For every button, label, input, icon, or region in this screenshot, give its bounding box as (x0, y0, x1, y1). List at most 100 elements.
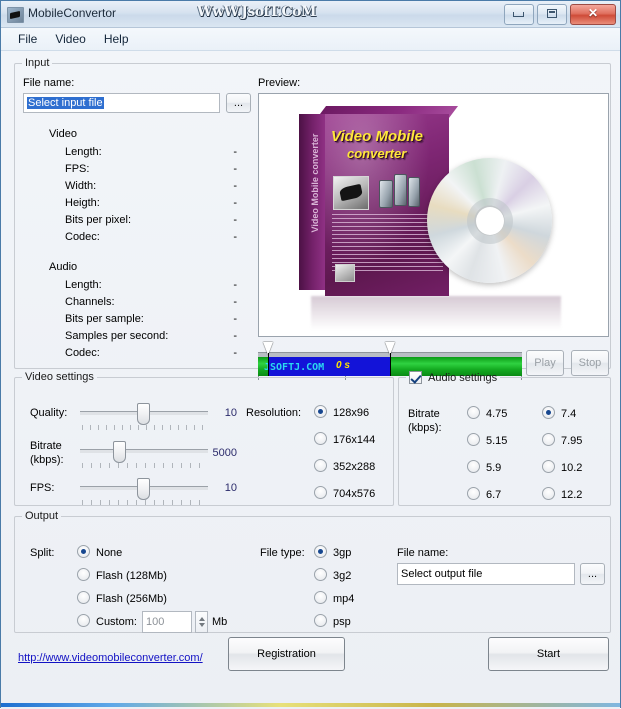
spinner-up-icon (199, 617, 205, 621)
client-area: Input File name: Select input file ... V… (1, 51, 620, 709)
minimize-button[interactable] (504, 4, 534, 25)
audio-bitrate-radio-6-7[interactable] (467, 487, 480, 500)
output-group-legend: Output (22, 510, 61, 522)
file-type-label-3gp[interactable]: 3gp (333, 547, 351, 559)
file-type-label-3g2[interactable]: 3g2 (333, 570, 351, 582)
menu-bar: File Video Help (1, 28, 620, 51)
audio-bitrate-label-7-4[interactable]: 7.4 (561, 408, 576, 420)
file-type-label-mp4[interactable]: mp4 (333, 593, 354, 605)
quality-value: 10 (211, 407, 237, 419)
split-label-none[interactable]: None (96, 547, 122, 559)
fps-slider[interactable] (80, 478, 208, 498)
video-fps-label: FPS: (65, 163, 89, 175)
split-label-flash-128[interactable]: Flash (128Mb) (96, 570, 167, 582)
start-button[interactable]: Start (488, 637, 609, 671)
input-browse-button[interactable]: ... (226, 93, 251, 113)
input-group: Input File name: Select input file ... V… (14, 57, 611, 369)
split-radio-flash-128[interactable] (77, 568, 90, 581)
maximize-button[interactable] (537, 4, 567, 25)
split-radio-custom[interactable] (77, 614, 90, 627)
resolution-label-176x144[interactable]: 176x144 (333, 434, 375, 446)
audio-settings-checkbox[interactable] (409, 371, 422, 384)
audio-bitrate-label-7-95[interactable]: 7.95 (561, 435, 582, 447)
split-label-flash-256[interactable]: Flash (256Mb) (96, 593, 167, 605)
audio-settings-legend-wrap: Audio settings (406, 371, 500, 384)
video-length-value: - (223, 146, 237, 158)
menu-item-help[interactable]: Help (95, 30, 138, 48)
video-bitrate-label-line1: Bitrate (30, 440, 62, 452)
resolution-label-128x96[interactable]: 128x96 (333, 407, 369, 419)
boxart-spine-text: Video Mobile converter (310, 123, 320, 243)
custom-size-input[interactable]: 100 (142, 611, 192, 633)
website-link[interactable]: http://www.videomobileconverter.com/ (18, 652, 203, 664)
resolution-label: Resolution: (246, 407, 301, 419)
audio-bitrate-radio-5-9[interactable] (467, 460, 480, 473)
audio-bitrate-label-10-2[interactable]: 10.2 (561, 462, 582, 474)
boxart-phone-3 (408, 177, 420, 207)
audio-codec-label: Codec: (65, 347, 100, 359)
video-width-label: Width: (65, 180, 96, 192)
audio-bitrate-label-5-15[interactable]: 5.15 (486, 435, 507, 447)
audio-bitrate-radio-10-2[interactable] (542, 460, 555, 473)
registration-button[interactable]: Registration (228, 637, 345, 671)
close-button[interactable]: ✕ (570, 4, 616, 25)
file-type-radio-mp4[interactable] (314, 591, 327, 604)
split-radio-none[interactable] (77, 545, 90, 558)
fps-slider-thumb[interactable] (137, 478, 150, 500)
audio-codec-value: - (223, 347, 237, 359)
menu-item-file[interactable]: File (9, 30, 46, 48)
maximize-icon (547, 9, 557, 18)
audio-bitrate-radio-7-4[interactable] (542, 406, 555, 419)
split-radio-flash-256[interactable] (77, 591, 90, 604)
audio-bitrate-label-6-7[interactable]: 6.7 (486, 489, 501, 501)
resolution-radio-352x288[interactable] (314, 459, 327, 472)
app-window: MobileConvertor WwW.JsofT.CoM ✕ File Vid… (0, 0, 621, 708)
input-file-name-field[interactable]: Select input file (23, 93, 220, 113)
audio-bitrate-radio-7-95[interactable] (542, 433, 555, 446)
video-codec-label: Codec: (65, 231, 100, 243)
audio-bitrate-label-4-75[interactable]: 4.75 (486, 408, 507, 420)
boxart-title: Video Mobile converter (331, 128, 445, 162)
resolution-label-352x288[interactable]: 352x288 (333, 461, 375, 473)
quality-slider[interactable] (80, 403, 208, 423)
file-type-radio-3gp[interactable] (314, 545, 327, 558)
file-type-label: File type: (260, 547, 305, 559)
timeline-time-label: 0 s (336, 360, 350, 371)
input-file-name-label: File name: (23, 77, 74, 89)
boxart-title-line1: Video Mobile (331, 128, 423, 145)
video-settings-group: Video settings Quality: 10 Bitrate (kbps… (14, 371, 394, 506)
file-type-label-psp[interactable]: psp (333, 616, 351, 628)
video-bitrate-slider[interactable] (80, 441, 208, 461)
resolution-radio-176x144[interactable] (314, 432, 327, 445)
output-group: Output Split: None Flash (128Mb) Flash (… (14, 510, 611, 633)
quality-slider-thumb[interactable] (137, 403, 150, 425)
audio-bitrate-label-5-9[interactable]: 5.9 (486, 462, 501, 474)
video-bits-per-pixel-label: Bits per pixel: (65, 214, 131, 226)
video-settings-legend: Video settings (22, 371, 97, 383)
output-file-name-field[interactable]: Select output file (397, 563, 575, 585)
quality-label: Quality: (30, 407, 67, 419)
video-height-label: Heigth: (65, 197, 100, 209)
audio-bitrate-radio-5-15[interactable] (467, 433, 480, 446)
boxart-title-line2: converter (347, 145, 445, 162)
audio-bitrate-radio-4-75[interactable] (467, 406, 480, 419)
resolution-radio-704x576[interactable] (314, 486, 327, 499)
video-bitrate-slider-thumb[interactable] (113, 441, 126, 463)
audio-bitrate-label-12-2[interactable]: 12.2 (561, 489, 582, 501)
audio-length-value: - (223, 279, 237, 291)
custom-size-spinner[interactable] (195, 611, 208, 633)
input-file-name-value: Select input file (27, 97, 104, 109)
resolution-label-704x576[interactable]: 704x576 (333, 488, 375, 500)
split-label-custom[interactable]: Custom: (96, 616, 137, 628)
video-bitrate-value: 5000 (201, 447, 237, 459)
audio-length-label: Length: (65, 279, 102, 291)
file-type-radio-3g2[interactable] (314, 568, 327, 581)
resolution-radio-128x96[interactable] (314, 405, 327, 418)
audio-section-heading: Audio (49, 261, 77, 273)
video-bitrate-slider-rail (80, 449, 208, 453)
file-type-radio-psp[interactable] (314, 614, 327, 627)
menu-item-video[interactable]: Video (46, 30, 94, 48)
audio-bitrate-radio-12-2[interactable] (542, 487, 555, 500)
output-browse-button[interactable]: ... (580, 563, 605, 585)
video-height-value: - (223, 197, 237, 209)
